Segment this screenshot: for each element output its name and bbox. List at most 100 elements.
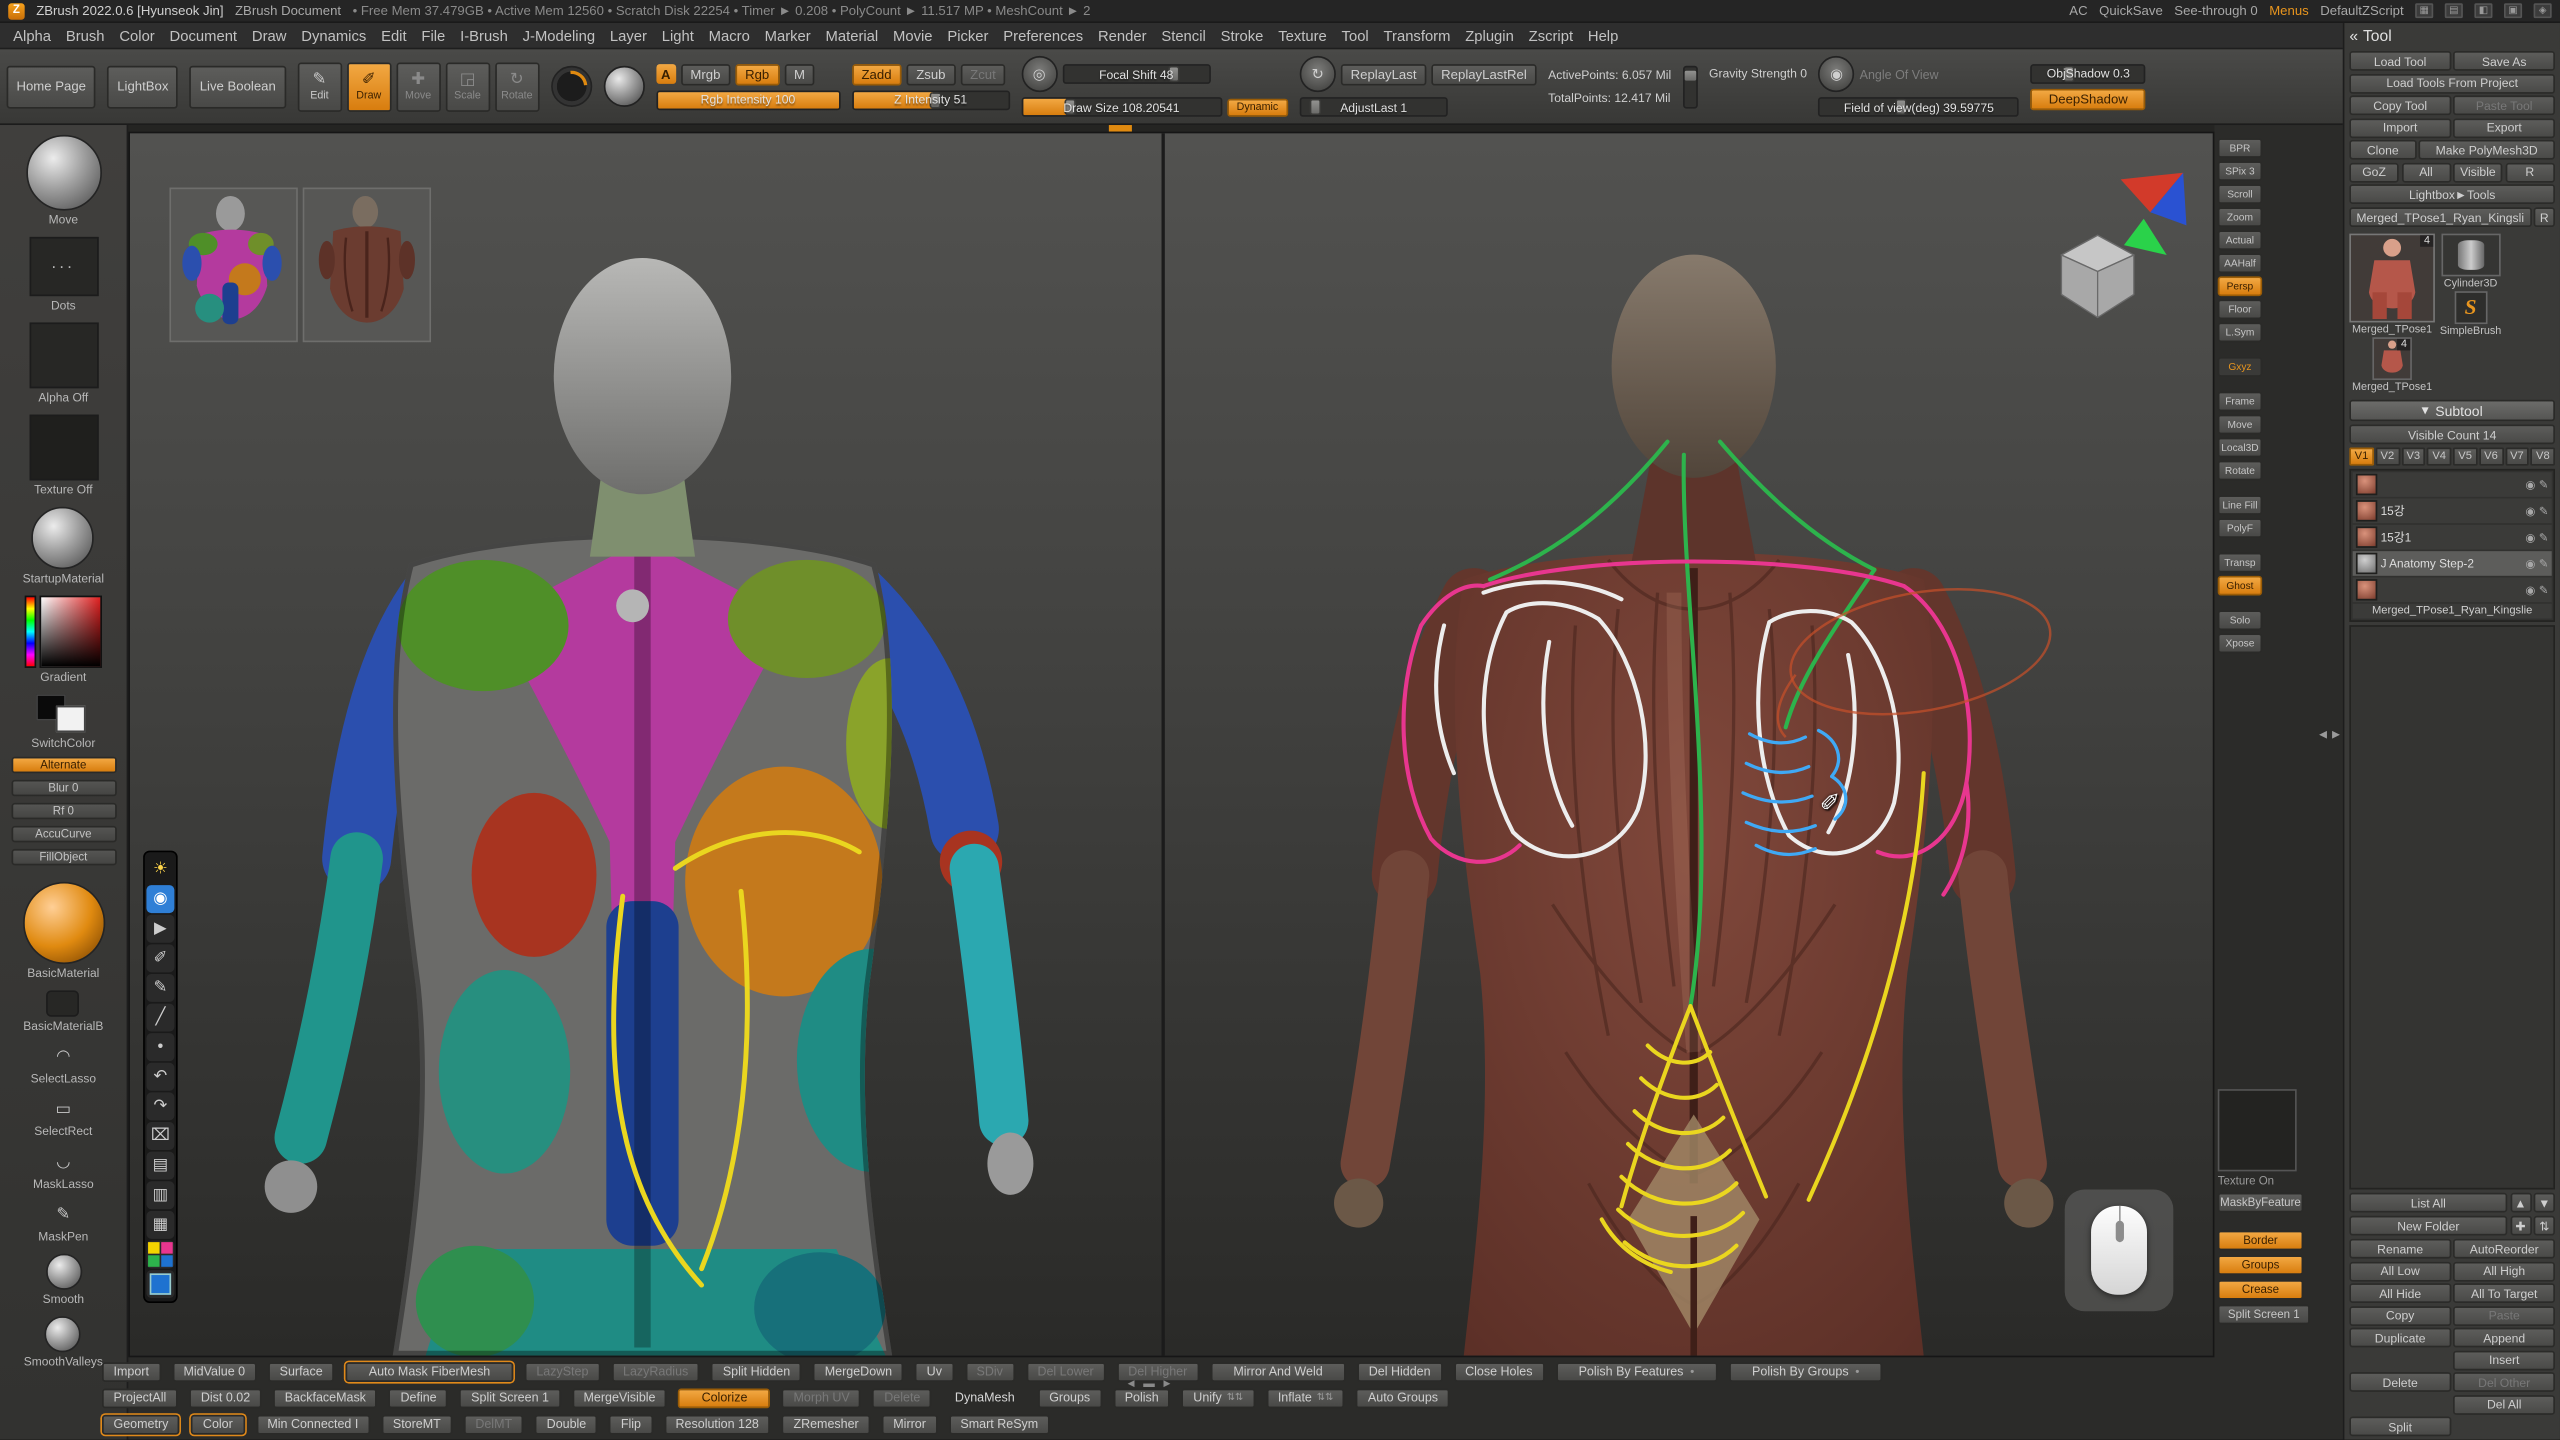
visible-count-button[interactable]: Visible Count 14 bbox=[2349, 424, 2555, 444]
smooth-valleys-brush[interactable]: SmoothValleys bbox=[24, 1316, 103, 1369]
right-shelf-button[interactable]: SPix 3 bbox=[2218, 161, 2262, 181]
mask-pen[interactable]: ✎ MaskPen bbox=[38, 1201, 88, 1244]
thumbnail-colorized[interactable] bbox=[169, 188, 297, 343]
move-button[interactable]: ✚Move bbox=[396, 62, 440, 111]
subtool-view-tab[interactable]: V5 bbox=[2453, 447, 2477, 465]
current-tool-r-button[interactable]: R bbox=[2534, 207, 2555, 227]
bottom-button[interactable]: SDiv bbox=[965, 1361, 1014, 1381]
border-button[interactable]: Border bbox=[2218, 1231, 2304, 1251]
focal-shift-slider[interactable]: Focal Shift 48 bbox=[1062, 64, 1210, 84]
bottom-button[interactable]: Polish bbox=[1113, 1388, 1170, 1408]
material-picker[interactable]: StartupMaterial bbox=[23, 507, 104, 586]
bottom-button[interactable]: Smart ReSym bbox=[949, 1414, 1050, 1434]
paint-icon[interactable]: ✎ bbox=[2539, 504, 2549, 517]
crease-button[interactable]: Crease bbox=[2218, 1280, 2304, 1300]
subtool-section-header[interactable]: ▾ Subtool bbox=[2349, 400, 2555, 421]
subtool-panel-button[interactable]: All High bbox=[2453, 1261, 2555, 1281]
bottom-button[interactable]: Resolution 128 bbox=[664, 1414, 770, 1434]
mask-by-feature-button[interactable]: MaskByFeature bbox=[2218, 1193, 2304, 1213]
board-icon[interactable]: ▦ bbox=[146, 1211, 174, 1239]
menu-item[interactable]: Marker bbox=[765, 27, 811, 43]
new-folder-button[interactable]: New Folder bbox=[2349, 1216, 2507, 1236]
menu-item[interactable]: Picker bbox=[947, 27, 988, 43]
fillobject-button[interactable]: FillObject bbox=[11, 849, 116, 865]
subtool-panel-button[interactable]: Split bbox=[2349, 1417, 2451, 1437]
bottom-button[interactable]: Del Hidden bbox=[1357, 1361, 1442, 1381]
bottom-button[interactable]: StoreMT bbox=[381, 1414, 452, 1434]
subtool-down-icon[interactable]: ▼ bbox=[2534, 1193, 2555, 1213]
subtool-row[interactable]: ◉ ✎ bbox=[2353, 577, 2552, 602]
right-shelf-button[interactable]: L.Sym bbox=[2218, 322, 2262, 342]
menu-item[interactable]: Help bbox=[1588, 27, 1618, 43]
mask-lasso[interactable]: ◡ MaskLasso bbox=[33, 1148, 94, 1191]
ui-swatch-icon[interactable]: ◧ bbox=[2474, 3, 2492, 18]
simplebrush-thumbnail[interactable]: S bbox=[2454, 291, 2487, 324]
folder-move-icon[interactable]: ⇅ bbox=[2534, 1216, 2555, 1236]
cursor-icon[interactable]: ▶ bbox=[146, 915, 174, 943]
texture-thumbnail[interactable] bbox=[2218, 1089, 2297, 1171]
menu-item[interactable]: Layer bbox=[610, 27, 647, 43]
history-thumbnails[interactable] bbox=[169, 188, 431, 343]
dot-icon[interactable]: • bbox=[146, 1033, 174, 1061]
ui-doc-icon[interactable]: ▣ bbox=[2504, 3, 2522, 18]
menu-item[interactable]: Tool bbox=[1342, 27, 1369, 43]
replay-last-rel-button[interactable]: ReplayLastRel bbox=[1431, 63, 1536, 84]
current-tool-name[interactable]: Merged_TPose1_Ryan_Kingsli bbox=[2349, 207, 2531, 227]
bottom-button[interactable]: Delete bbox=[873, 1388, 932, 1408]
right-shelf-button[interactable]: Zoom bbox=[2218, 207, 2262, 227]
bottom-button[interactable]: Color bbox=[191, 1414, 244, 1434]
line-icon[interactable]: ╱ bbox=[146, 1004, 174, 1032]
viewport-canvas[interactable]: ☀ ◉ ▶ ✐ ✎ ╱ • ↶ ↷ ⌧ ▤ ▥ ▦ ✐ bbox=[128, 132, 2214, 1358]
subtool-panel-button[interactable]: All Low bbox=[2349, 1261, 2451, 1281]
bottom-button[interactable]: DynaMesh bbox=[943, 1388, 1026, 1408]
visibility-eye-icon[interactable]: ◉ bbox=[2525, 583, 2535, 596]
redo-icon[interactable]: ↷ bbox=[146, 1092, 174, 1120]
groups-button[interactable]: Groups bbox=[2218, 1255, 2304, 1275]
material-preview[interactable] bbox=[603, 66, 644, 107]
subtool-view-tab[interactable]: V4 bbox=[2427, 447, 2451, 465]
folder-add-icon[interactable]: ✚ bbox=[2510, 1216, 2531, 1236]
default-zscript-button[interactable]: DefaultZScript bbox=[2320, 3, 2403, 18]
tool-panel-button[interactable]: All bbox=[2401, 162, 2450, 182]
bottom-button[interactable]: Auto Groups bbox=[1356, 1388, 1449, 1408]
right-shelf-button[interactable]: Local3D bbox=[2218, 438, 2262, 458]
frontal-color-swatch[interactable]: A bbox=[656, 64, 676, 84]
tool-panel-button[interactable]: GoZ bbox=[2349, 162, 2398, 182]
menu-item[interactable]: Stencil bbox=[1161, 27, 1205, 43]
bottom-button[interactable]: Groups bbox=[1038, 1388, 1102, 1408]
menu-item[interactable]: Light bbox=[662, 27, 694, 43]
recent-tool-thumbnail[interactable]: 4 bbox=[2372, 337, 2411, 380]
menus-toggle[interactable]: Menus bbox=[2269, 3, 2309, 18]
bottom-button[interactable]: Split Screen 1 bbox=[460, 1388, 561, 1408]
select-rect[interactable]: ▭ SelectRect bbox=[34, 1096, 92, 1139]
visibility-eye-icon[interactable]: ◉ bbox=[2525, 478, 2535, 491]
menu-item[interactable]: Dynamics bbox=[301, 27, 366, 43]
draw-button[interactable]: ✐Draw bbox=[347, 62, 391, 111]
bottom-button[interactable]: ProjectAll bbox=[102, 1388, 178, 1408]
rotate-button[interactable]: ↻Rotate bbox=[495, 62, 539, 111]
subtool-view-tab[interactable]: V8 bbox=[2531, 447, 2555, 465]
draw-size-slider[interactable]: Draw Size 108.20541 bbox=[1021, 97, 1222, 117]
paint-icon[interactable]: ✎ bbox=[2539, 583, 2549, 596]
split-screen-button[interactable]: Split Screen 1 bbox=[2218, 1305, 2310, 1325]
right-shelf-button[interactable]: PolyF bbox=[2218, 518, 2262, 538]
right-shelf-button[interactable]: Actual bbox=[2218, 230, 2262, 250]
tool-panel-button[interactable]: Visible bbox=[2453, 162, 2502, 182]
bottom-button[interactable]: Dist 0.02 bbox=[189, 1388, 261, 1408]
bottom-button[interactable]: MidValue 0 bbox=[172, 1361, 257, 1381]
viewport-divider[interactable] bbox=[1162, 133, 1165, 1355]
menu-item[interactable]: Zplugin bbox=[1465, 27, 1514, 43]
right-shelf-button[interactable]: Scroll bbox=[2218, 184, 2262, 204]
copy-icon[interactable]: ▥ bbox=[146, 1181, 174, 1209]
right-shelf-button[interactable]: Solo bbox=[2218, 610, 2262, 630]
subtool-row[interactable]: ◉ ✎ bbox=[2353, 472, 2552, 497]
ui-config-icon[interactable]: ◈ bbox=[2534, 3, 2552, 18]
obj-shadow-slider[interactable]: ObjShadow 0.3 bbox=[2031, 63, 2146, 83]
tool-panel-button[interactable]: Load Tools From Project bbox=[2349, 73, 2555, 93]
tool-panel-button[interactable]: Copy Tool bbox=[2349, 95, 2451, 115]
see-through-slider[interactable]: See-through 0 bbox=[2174, 3, 2257, 18]
collapse-panel-icon[interactable]: « bbox=[2349, 28, 2358, 46]
menu-item[interactable]: Render bbox=[1098, 27, 1147, 43]
subtool-row[interactable]: 15강 ◉ ✎ bbox=[2353, 498, 2552, 523]
bottom-button[interactable]: Define bbox=[389, 1388, 448, 1408]
